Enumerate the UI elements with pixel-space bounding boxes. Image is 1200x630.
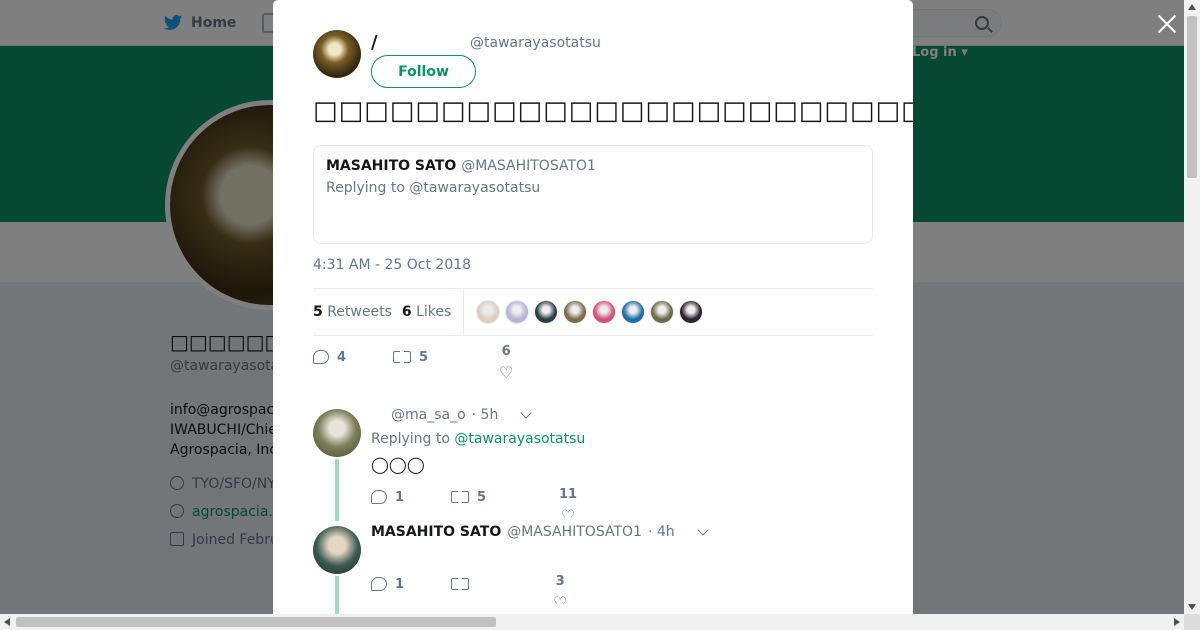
- retweets-label: Retweets: [327, 304, 392, 320]
- thread-line: [335, 459, 339, 521]
- scrollbar-corner: [1184, 614, 1200, 630]
- follow-button[interactable]: Follow: [371, 55, 476, 88]
- heart-icon: ♡: [553, 593, 568, 605]
- liker-avatar[interactable]: [592, 300, 617, 324]
- like-action[interactable]: 6 ♡: [499, 344, 513, 381]
- retweet-count: 5: [419, 349, 429, 365]
- scrollbar-thumb[interactable]: [16, 617, 496, 627]
- like-count: 3: [555, 574, 565, 589]
- like-action[interactable]: 11 ♡: [559, 487, 577, 517]
- author-name[interactable]: /: [371, 32, 378, 53]
- reply-time[interactable]: · 4h: [648, 524, 675, 540]
- likes-label: Likes: [416, 304, 452, 320]
- retweet-action[interactable]: 5: [393, 349, 499, 365]
- horizontal-scrollbar[interactable]: [0, 614, 1184, 630]
- heart-icon: ♡: [560, 506, 576, 518]
- author-avatar[interactable]: [313, 30, 361, 78]
- replying-prefix: Replying to: [371, 431, 450, 447]
- liker-avatar[interactable]: [563, 300, 588, 324]
- retweet-icon: [451, 489, 469, 505]
- reply-author-handle[interactable]: @MASAHITOSATO1: [507, 524, 642, 540]
- quoted-tweet[interactable]: MASAHITO SATO @MASAHITOSATO1 Replying to…: [313, 145, 873, 244]
- tweet-stats: 5 Retweets 6 Likes: [313, 288, 873, 336]
- quoted-author-handle: @MASAHITOSATO1: [461, 158, 596, 174]
- likes-count: 6: [401, 304, 412, 320]
- scroll-left-arrow-icon[interactable]: [4, 618, 10, 626]
- tweet-modal: / @tawarayasotatsu Follow □□□□□□□□□□□□□□…: [273, 0, 913, 614]
- replying-to-link[interactable]: @tawarayasotatsu: [454, 431, 585, 447]
- reply-time[interactable]: · 5h: [472, 407, 499, 423]
- scroll-down-arrow-icon[interactable]: [1188, 604, 1196, 610]
- liker-avatar[interactable]: [679, 300, 704, 324]
- reply-replying-to: Replying to @tawarayasotatsu: [371, 431, 585, 447]
- scroll-up-arrow-icon[interactable]: [1188, 4, 1196, 10]
- retweet-action[interactable]: [451, 576, 553, 592]
- liker-avatar[interactable]: [534, 300, 559, 324]
- close-icon[interactable]: [1155, 12, 1179, 36]
- tweet-timestamp[interactable]: 4:31 AM - 25 Oct 2018: [313, 257, 471, 273]
- author-handle[interactable]: @tawarayasotatsu: [470, 35, 601, 51]
- retweets-count: 5: [313, 304, 323, 320]
- retweet-icon: [393, 349, 411, 365]
- reply-action[interactable]: 1: [371, 490, 451, 505]
- chevron-down-icon[interactable]: [520, 407, 533, 419]
- liker-avatars: [476, 300, 704, 324]
- tweet-text: □□□□□□□□□□□□□□□□□□□□□□□□□□□□□□□□□□□□□…□□…: [313, 96, 913, 126]
- likes-stat[interactable]: 6 Likes: [402, 304, 451, 320]
- reply-icon: [371, 490, 387, 504]
- reply-avatar[interactable]: [313, 409, 361, 457]
- chevron-down-icon[interactable]: [696, 524, 709, 536]
- reply-item[interactable]: MASAHITO SATO @MASAHITOSATO1 · 4h 1 3 ♡: [313, 520, 873, 614]
- reply-author-name[interactable]: MASAHITO SATO: [371, 524, 501, 540]
- scroll-right-arrow-icon[interactable]: [1174, 618, 1180, 626]
- like-action[interactable]: 3 ♡: [553, 574, 567, 604]
- liker-avatar[interactable]: [621, 300, 646, 324]
- reply-header: MASAHITO SATO @MASAHITOSATO1 · 4h: [371, 524, 709, 540]
- reply-icon: [313, 350, 329, 364]
- reply-header: @ma_sa_o · 5h: [371, 407, 533, 423]
- reply-actions: 1 3 ♡: [371, 572, 631, 604]
- retweet-action[interactable]: 5: [451, 489, 559, 505]
- liker-avatar[interactable]: [476, 300, 501, 324]
- like-count: 11: [559, 487, 578, 502]
- liker-avatar[interactable]: [505, 300, 530, 324]
- reply-author-handle[interactable]: @ma_sa_o: [391, 407, 466, 423]
- retweet-icon: [451, 576, 469, 592]
- reply-count: 1: [395, 489, 405, 505]
- reply-item[interactable]: @ma_sa_o · 5h Replying to @tawarayasotat…: [313, 405, 873, 521]
- like-count: 6: [501, 343, 511, 359]
- thread-line: [335, 576, 339, 614]
- reply-avatar[interactable]: [313, 526, 361, 574]
- reply-actions: 1 5 11 ♡: [371, 485, 631, 517]
- liker-avatar[interactable]: [650, 300, 675, 324]
- reply-action[interactable]: 1: [371, 577, 451, 592]
- quoted-replying-to: Replying to @tawarayasotatsu: [326, 180, 541, 196]
- reply-text: ◯◯◯: [371, 455, 425, 474]
- reply-icon: [371, 577, 387, 591]
- reply-action[interactable]: 4: [313, 350, 393, 365]
- heart-icon: ♡: [499, 362, 514, 382]
- vertical-scrollbar[interactable]: [1184, 0, 1200, 614]
- retweets-stat[interactable]: 5 Retweets: [313, 304, 392, 320]
- reply-count: 1: [395, 576, 405, 592]
- reply-count: 4: [337, 349, 347, 365]
- tweet-actions: 4 5 6 ♡: [313, 344, 573, 380]
- scrollbar-thumb[interactable]: [1187, 16, 1197, 178]
- quoted-author-name: MASAHITO SATO: [326, 158, 457, 174]
- retweet-count: 5: [477, 489, 487, 505]
- stats-divider: [463, 289, 465, 335]
